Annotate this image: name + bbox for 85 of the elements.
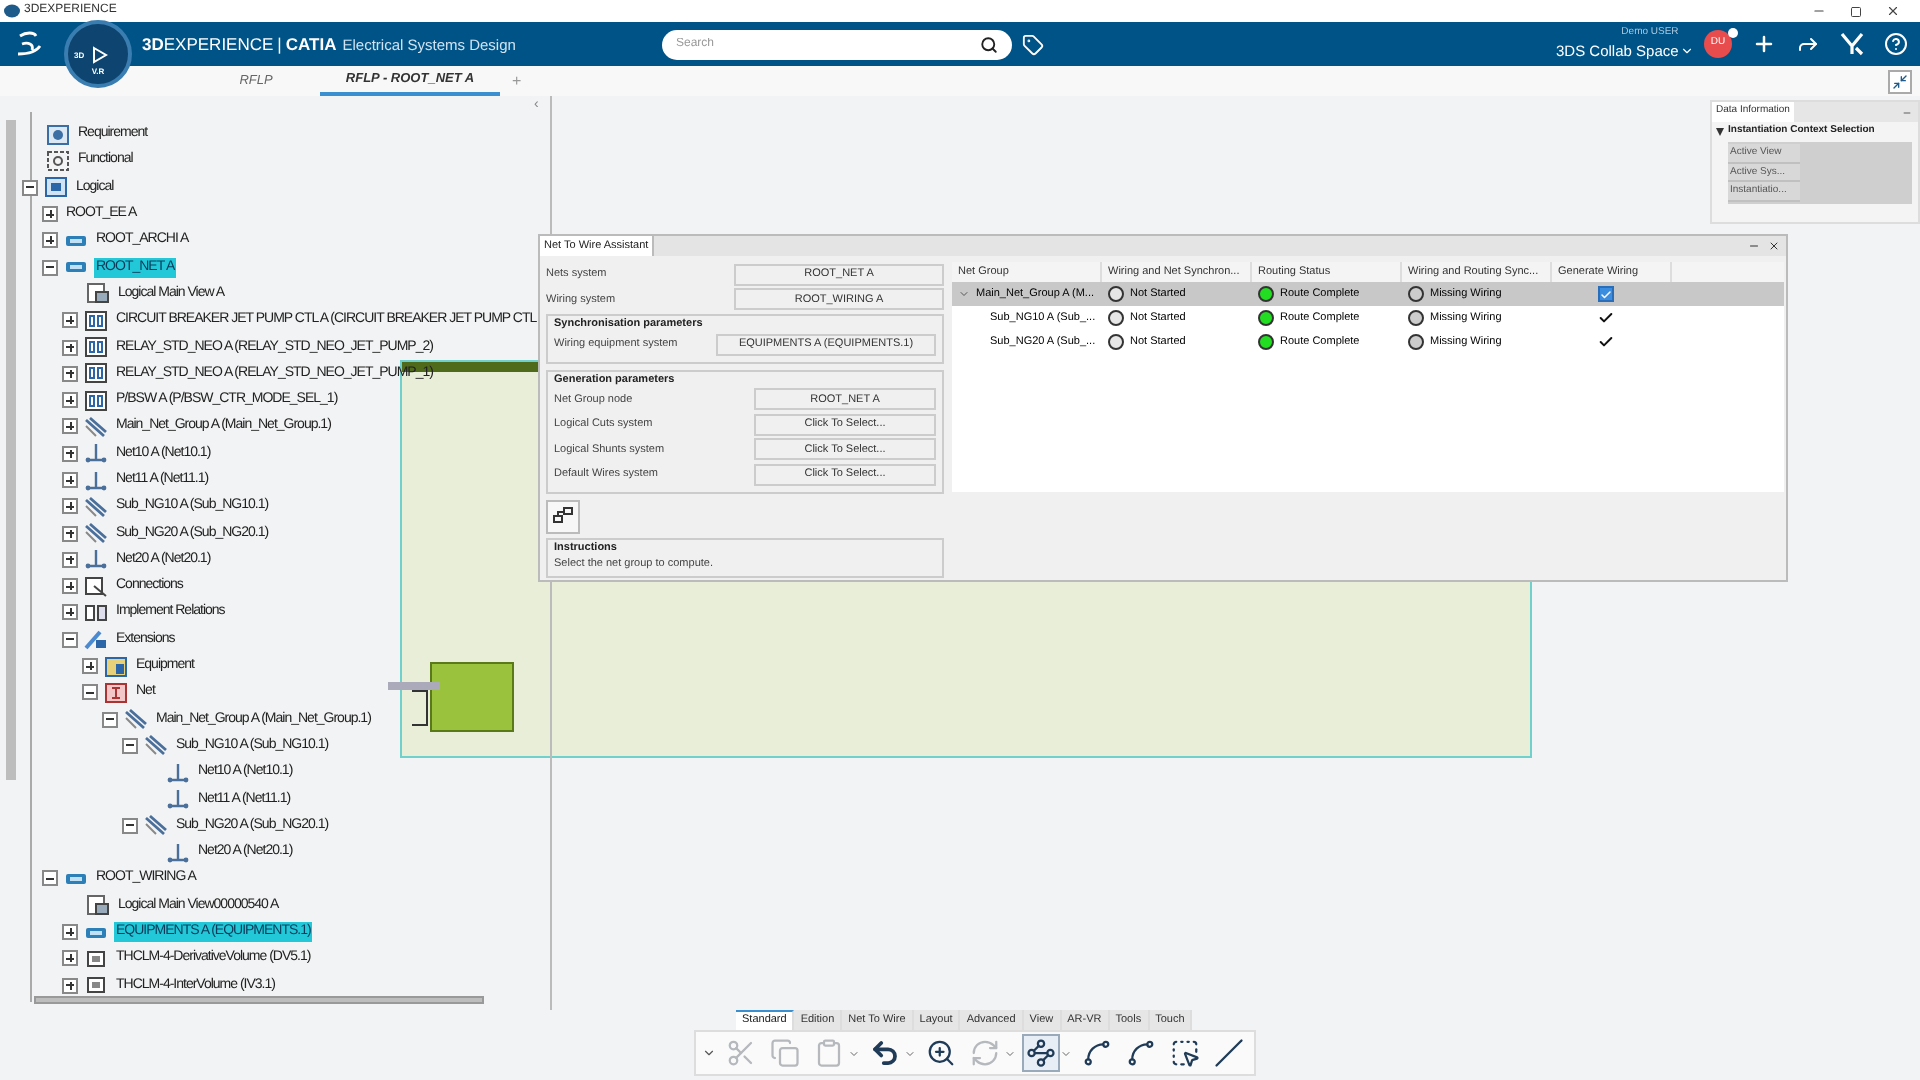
restore-icon[interactable]	[1850, 5, 1862, 17]
expand-toggle[interactable]	[42, 206, 58, 223]
app-logo-icon	[4, 4, 20, 18]
equipment-block	[430, 662, 514, 732]
net-icon	[84, 442, 108, 465]
relations-icon	[84, 601, 108, 624]
collapse-toggle[interactable]	[42, 259, 58, 276]
net-group-icon	[84, 522, 108, 545]
volume-icon	[84, 947, 108, 970]
expand-toggle[interactable]	[62, 365, 78, 382]
extensions-icon	[84, 628, 108, 651]
brand-logo-icon[interactable]	[16, 30, 44, 58]
connector-bracket	[412, 690, 428, 726]
expand-toggle[interactable]	[62, 950, 78, 967]
section-arrow-icon[interactable]	[1716, 128, 1724, 136]
expand-toggle[interactable]	[62, 578, 78, 595]
collapse-button[interactable]	[1888, 70, 1912, 94]
play-icon[interactable]	[89, 45, 107, 63]
expand-toggle[interactable]	[62, 445, 78, 462]
product-name: CATIA	[285, 31, 337, 57]
help-icon[interactable]	[1884, 32, 1908, 56]
expand-toggle[interactable]	[62, 924, 78, 941]
view-icon	[86, 282, 110, 305]
collapse-toggle[interactable]	[42, 870, 58, 887]
tag-icon[interactable]	[1022, 34, 1044, 56]
toolbar-menu-icon[interactable]	[702, 1046, 716, 1060]
expand-toggle[interactable]	[62, 392, 78, 409]
collapse-toggle[interactable]	[122, 737, 138, 754]
equipment-icon	[104, 655, 128, 678]
expand-toggle[interactable]	[62, 312, 78, 329]
net-group-icon	[144, 814, 168, 837]
collapse-toggle[interactable]	[62, 631, 78, 648]
collapse-toggle[interactable]	[122, 817, 138, 834]
search-icon[interactable]	[980, 36, 998, 54]
minimize-icon[interactable]	[1812, 4, 1826, 18]
connector-strip	[388, 682, 440, 690]
expand-toggle[interactable]	[62, 551, 78, 568]
volume-icon	[84, 974, 108, 997]
logical-icon	[44, 176, 68, 199]
functional-icon	[46, 149, 70, 172]
net-icon	[84, 469, 108, 491]
equipment-icon	[84, 336, 108, 359]
brand-title: 3DEXPERIENCE	[142, 31, 274, 57]
requirement-icon	[46, 123, 70, 146]
expand-toggle[interactable]	[42, 232, 58, 249]
close-icon[interactable]	[1768, 240, 1780, 252]
equipment-icon	[84, 389, 108, 412]
checkbox[interactable]	[1598, 286, 1614, 302]
equipment-icon	[84, 309, 108, 332]
net-group-icon	[124, 708, 148, 731]
collapse-toggle[interactable]	[22, 179, 38, 196]
net-icon	[166, 788, 190, 811]
net-group-icon	[84, 495, 108, 518]
net-icon	[84, 548, 108, 571]
diagram-button[interactable]	[1022, 1034, 1060, 1072]
net-icon	[166, 761, 190, 784]
split-button[interactable]	[1210, 1034, 1248, 1072]
net-group-icon	[552, 505, 574, 527]
caret-icon[interactable]	[1680, 44, 1695, 58]
equipment-icon	[84, 362, 108, 385]
collapse-toggle[interactable]	[82, 684, 98, 701]
horizontal-scrollbar[interactable]	[34, 996, 484, 1004]
vertical-scrollbar[interactable]	[6, 120, 16, 780]
tools-icon[interactable]	[1840, 32, 1864, 56]
expand-toggle[interactable]	[62, 977, 78, 994]
view-icon	[86, 894, 110, 917]
connections-icon	[84, 575, 108, 598]
expand-toggle[interactable]	[62, 472, 78, 488]
expand-toggle[interactable]	[62, 525, 78, 542]
net-group-icon	[144, 734, 168, 757]
net-group-icon	[84, 415, 108, 438]
net-icon	[104, 681, 128, 704]
expand-toggle[interactable]	[82, 658, 98, 675]
expand-toggle[interactable]	[62, 339, 78, 356]
share-icon[interactable]	[1796, 32, 1820, 56]
close-icon[interactable]	[1886, 4, 1900, 18]
expand-toggle[interactable]	[62, 604, 78, 621]
title-separator: |	[277, 31, 282, 57]
net-icon	[166, 841, 190, 864]
expand-toggle[interactable]	[62, 418, 78, 435]
expand-toggle[interactable]	[62, 498, 78, 515]
minimize-icon[interactable]	[1748, 240, 1760, 252]
add-icon[interactable]	[1752, 32, 1776, 56]
collapse-toggle[interactable]	[102, 711, 118, 728]
compute-button[interactable]	[546, 499, 580, 533]
